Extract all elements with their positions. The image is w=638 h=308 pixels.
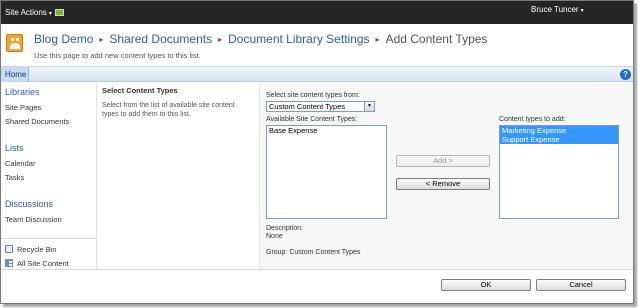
top-navigation: Home ? [1,66,633,82]
available-type-option[interactable]: Base Expense [267,126,386,135]
quicklaunch-item-all-site-content[interactable]: All Site Content [17,259,69,268]
quicklaunch-item-tasks[interactable]: Tasks [5,173,24,182]
site-logo-icon[interactable] [6,34,23,52]
breadcrumb-separator-icon: ▸ [375,35,380,44]
breadcrumb-link-settings[interactable]: Document Library Settings [228,32,369,46]
quicklaunch-item-calendar[interactable]: Calendar [5,159,35,168]
add-button[interactable]: Add > [396,155,490,167]
types-to-add-listbox[interactable]: Marketing Expense Support Expense [499,125,619,219]
quicklaunch-item-shared-documents[interactable]: Shared Documents [5,117,69,126]
cancel-button[interactable]: Cancel [536,279,626,291]
site-actions-menu[interactable]: Site Actions ▾ [5,8,52,17]
content-type-group-value: Custom Content Types [269,102,346,111]
breadcrumb-link-library[interactable]: Shared Documents [109,32,212,46]
quicklaunch-item-recycle-bin[interactable]: Recycle Bin [17,245,57,254]
recycle-bin-icon [5,245,13,253]
type-to-add-option[interactable]: Support Expense [500,135,618,144]
types-to-add-label: Content types to add: [499,116,566,123]
group-label: Group: Custom Content Types [266,249,361,256]
chevron-down-icon: ▾ [48,11,52,17]
select-from-label: Select site content types from: [266,92,360,99]
user-name-label: Bruce Tuncer [531,5,579,14]
form-footer: OK Cancel [1,269,633,303]
type-to-add-option[interactable]: Marketing Expense [500,126,618,135]
quicklaunch-heading-discussions[interactable]: Discussions [5,199,53,209]
sharepoint-window: Site Actions ▾ Bruce Tuncer ▾ Blog Demo ▸ Sh… [0,0,634,304]
tab-home[interactable]: Home [1,67,29,82]
section-title: Select Content Types [102,86,178,95]
help-icon[interactable]: ? [620,69,631,80]
description-value: None [266,233,283,240]
quick-launch: Libraries Site Pages Shared Documents Li… [1,83,97,273]
breadcrumb-separator-icon: ▸ [218,35,223,44]
available-types-listbox[interactable]: Base Expense [266,125,387,219]
quicklaunch-heading-lists[interactable]: Lists [5,143,24,153]
quicklaunch-divider [1,238,97,239]
section-description-panel: Select Content Types Select from the lis… [98,83,259,269]
content-type-group-select[interactable]: Custom Content Types ▼ [266,101,375,112]
description-label: Description: [266,225,303,232]
navigate-up-icon[interactable] [55,9,64,16]
user-menu[interactable]: Bruce Tuncer ▾ [531,5,584,14]
all-site-content-icon [5,259,13,267]
available-types-label: Available Site Content Types: [266,116,358,123]
section-controls-panel: Select site content types from: Custom C… [259,83,633,269]
ok-button[interactable]: OK [441,279,531,291]
chevron-down-icon: ▾ [580,8,584,14]
quicklaunch-item-team-discussion[interactable]: Team Discussion [5,215,62,224]
breadcrumb-separator-icon: ▸ [99,35,104,44]
ribbon-top-bar: Site Actions ▾ Bruce Tuncer ▾ [1,1,633,24]
page-description: Use this page to add new content types t… [34,51,201,60]
section-description: Select from the list of available site c… [102,102,235,118]
site-actions-label: Site Actions [5,8,47,17]
breadcrumb: Blog Demo ▸ Shared Documents ▸ Document Libr… [34,32,487,46]
quicklaunch-item-site-pages[interactable]: Site Pages [5,103,41,112]
page-title: Add Content Types [385,32,488,46]
breadcrumb-link-site[interactable]: Blog Demo [34,32,93,46]
chevron-down-icon[interactable]: ▼ [364,102,374,111]
quicklaunch-heading-libraries[interactable]: Libraries [5,87,40,97]
remove-button[interactable]: < Remove [396,178,490,190]
title-area: Blog Demo ▸ Shared Documents ▸ Document Libr… [1,24,633,66]
